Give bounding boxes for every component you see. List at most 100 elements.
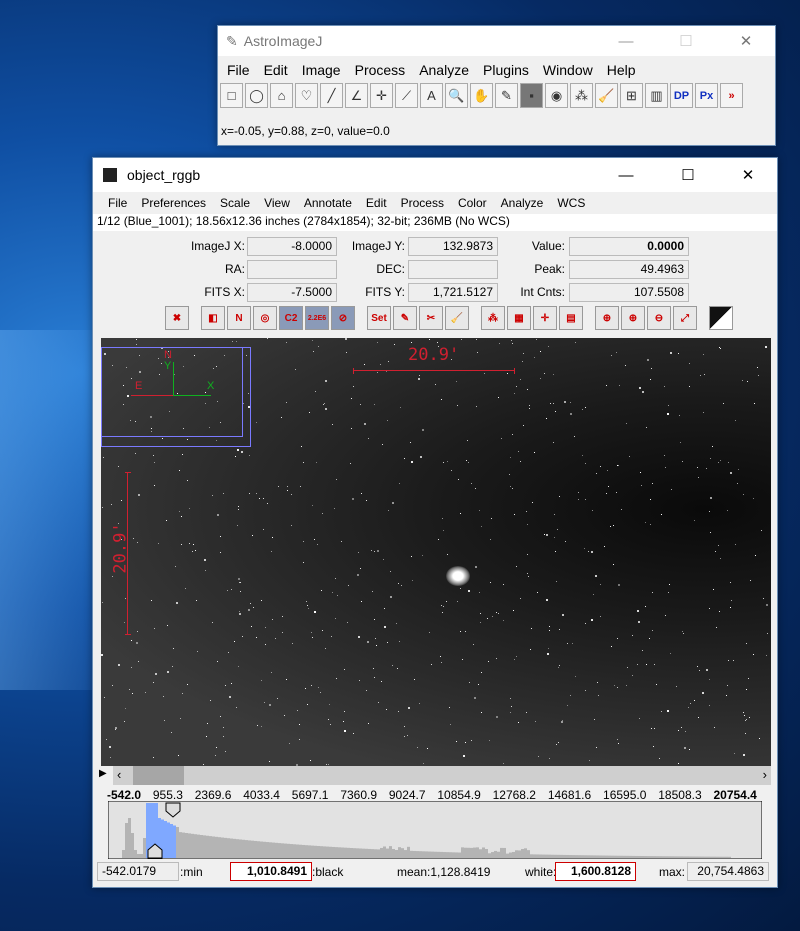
tool-broom[interactable]: 🧹 [595, 83, 618, 108]
maximize-button[interactable]: ☐ [665, 158, 711, 192]
close-button[interactable]: ✕ [723, 26, 769, 56]
button-set-aperture[interactable]: Set [367, 306, 391, 330]
imagej-x-field[interactable]: -8.0000 [247, 237, 337, 256]
menu-file[interactable]: File [220, 62, 257, 78]
peak-field[interactable]: 49.4963 [569, 260, 689, 279]
tool-px[interactable]: Px [695, 83, 718, 108]
menu-file[interactable]: File [101, 196, 134, 210]
tool-magnifier[interactable]: 🔍 [445, 83, 468, 108]
star [361, 492, 363, 494]
dec-field[interactable] [408, 260, 498, 279]
tool-dp[interactable]: DP [670, 83, 693, 108]
star [612, 564, 614, 566]
fits-x-field[interactable]: -7.5000 [247, 283, 337, 302]
button-no-aperture[interactable]: ⊘ [331, 306, 355, 330]
button-clear-apertures[interactable]: ✂ [419, 306, 443, 330]
button-broom[interactable]: 🧹 [445, 306, 469, 330]
scroll-left-icon[interactable]: ‹ [117, 767, 121, 782]
button-measure[interactable]: ▦ [507, 306, 531, 330]
scroll-right-icon[interactable]: › [763, 767, 767, 782]
histogram[interactable] [108, 801, 762, 859]
menu-process[interactable]: Process [394, 196, 451, 210]
tool-more[interactable]: » [720, 83, 743, 108]
tool-hand[interactable]: ✋ [470, 83, 493, 108]
menu-wcs[interactable]: WCS [550, 196, 592, 210]
star [742, 754, 745, 757]
white-field[interactable]: 1,600.8128 [555, 862, 636, 881]
tool-aperture[interactable]: ◉ [545, 83, 568, 108]
slice-play-button[interactable]: ▶ [99, 768, 107, 779]
menu-edit[interactable]: Edit [257, 62, 295, 78]
button-contrast[interactable]: ◩ [709, 306, 733, 330]
star [267, 338, 269, 340]
button-clear-overlay[interactable]: ✖ [165, 306, 189, 330]
star [334, 618, 336, 620]
ra-field[interactable] [247, 260, 337, 279]
maximize-button[interactable]: ☐ [663, 26, 709, 56]
button-multi-aperture[interactable]: ⁂ [481, 306, 505, 330]
menu-process[interactable]: Process [348, 62, 413, 78]
menu-window[interactable]: Window [536, 62, 600, 78]
tool-text[interactable]: A [420, 83, 443, 108]
button-zoom-in[interactable]: ⊕ [595, 306, 619, 330]
tool-plot[interactable]: ⊞ [620, 83, 643, 108]
button-c2[interactable]: C2 [279, 306, 303, 330]
tool-table[interactable]: ▥ [645, 83, 668, 108]
imagej-y-field[interactable]: 132.9873 [408, 237, 498, 256]
button-zoom-fit[interactable]: ⤢ [673, 306, 697, 330]
tool-dropper[interactable]: ✎ [495, 83, 518, 108]
menu-help[interactable]: Help [600, 62, 643, 78]
star [589, 759, 591, 761]
image-title-bar[interactable]: object_rggb — ☐ ✕ [93, 158, 777, 192]
tool-polygon[interactable]: ⌂ [270, 83, 293, 108]
minimize-button[interactable]: — [603, 158, 649, 192]
black-field[interactable]: 1,010.8491 [230, 862, 312, 881]
button-scale[interactable]: 2.2E6 [305, 306, 329, 330]
star [700, 374, 702, 376]
menu-image[interactable]: Image [295, 62, 348, 78]
button-name[interactable]: N [227, 306, 251, 330]
tool-multi-aperture[interactable]: ⁂ [570, 83, 593, 108]
int-cnts-field[interactable]: 107.5508 [569, 283, 689, 302]
button-table[interactable]: ▤ [559, 306, 583, 330]
dp-icon: DP [673, 89, 690, 102]
fits-y-field[interactable]: 1,721.5127 [408, 283, 498, 302]
horizontal-scrollbar[interactable]: ‹ › [113, 766, 771, 785]
scroll-thumb[interactable] [133, 766, 184, 785]
tool-freehand[interactable]: ♡ [295, 83, 318, 108]
max-field[interactable]: 20,754.4863 [687, 862, 769, 881]
button-zoom-out[interactable]: ⊖ [647, 306, 671, 330]
button-align[interactable]: ✛ [533, 306, 557, 330]
close-button[interactable]: ✕ [725, 158, 771, 192]
minimize-button[interactable]: — [603, 26, 649, 56]
astro-image-canvas[interactable]: N Y E X 20.9' 20.9' [101, 338, 771, 766]
tool-line[interactable]: ╱ [320, 83, 343, 108]
tool-astro-tool[interactable]: ▪ [520, 83, 543, 108]
star [196, 650, 198, 652]
tool-oval[interactable]: ◯ [245, 83, 268, 108]
tool-rectangle[interactable]: □ [220, 83, 243, 108]
button-aperture-ring[interactable]: ◎ [253, 306, 277, 330]
main-title-bar[interactable]: ✎ AstroImageJ — ☐ ✕ [218, 26, 775, 56]
menu-analyze[interactable]: Analyze [494, 196, 551, 210]
button-invert[interactable]: ◧ [201, 306, 225, 330]
star [702, 353, 704, 355]
menu-view[interactable]: View [257, 196, 297, 210]
button-zoom-in-plus[interactable]: ⊕ [621, 306, 645, 330]
menu-scale[interactable]: Scale [213, 196, 257, 210]
aperture-ring-icon: ◎ [260, 312, 270, 324]
star [447, 460, 449, 462]
menu-preferences[interactable]: Preferences [134, 196, 213, 210]
value-field[interactable]: 0.0000 [569, 237, 689, 256]
star [644, 606, 646, 608]
button-edit-aperture[interactable]: ✎ [393, 306, 417, 330]
tool-angle[interactable]: ∠ [345, 83, 368, 108]
min-field[interactable]: -542.0179 [97, 862, 179, 881]
tool-point[interactable]: ✛ [370, 83, 393, 108]
menu-color[interactable]: Color [451, 196, 494, 210]
menu-annotate[interactable]: Annotate [297, 196, 359, 210]
tool-wand[interactable]: ⟋ [395, 83, 418, 108]
menu-edit[interactable]: Edit [359, 196, 394, 210]
menu-analyze[interactable]: Analyze [412, 62, 476, 78]
menu-plugins[interactable]: Plugins [476, 62, 536, 78]
